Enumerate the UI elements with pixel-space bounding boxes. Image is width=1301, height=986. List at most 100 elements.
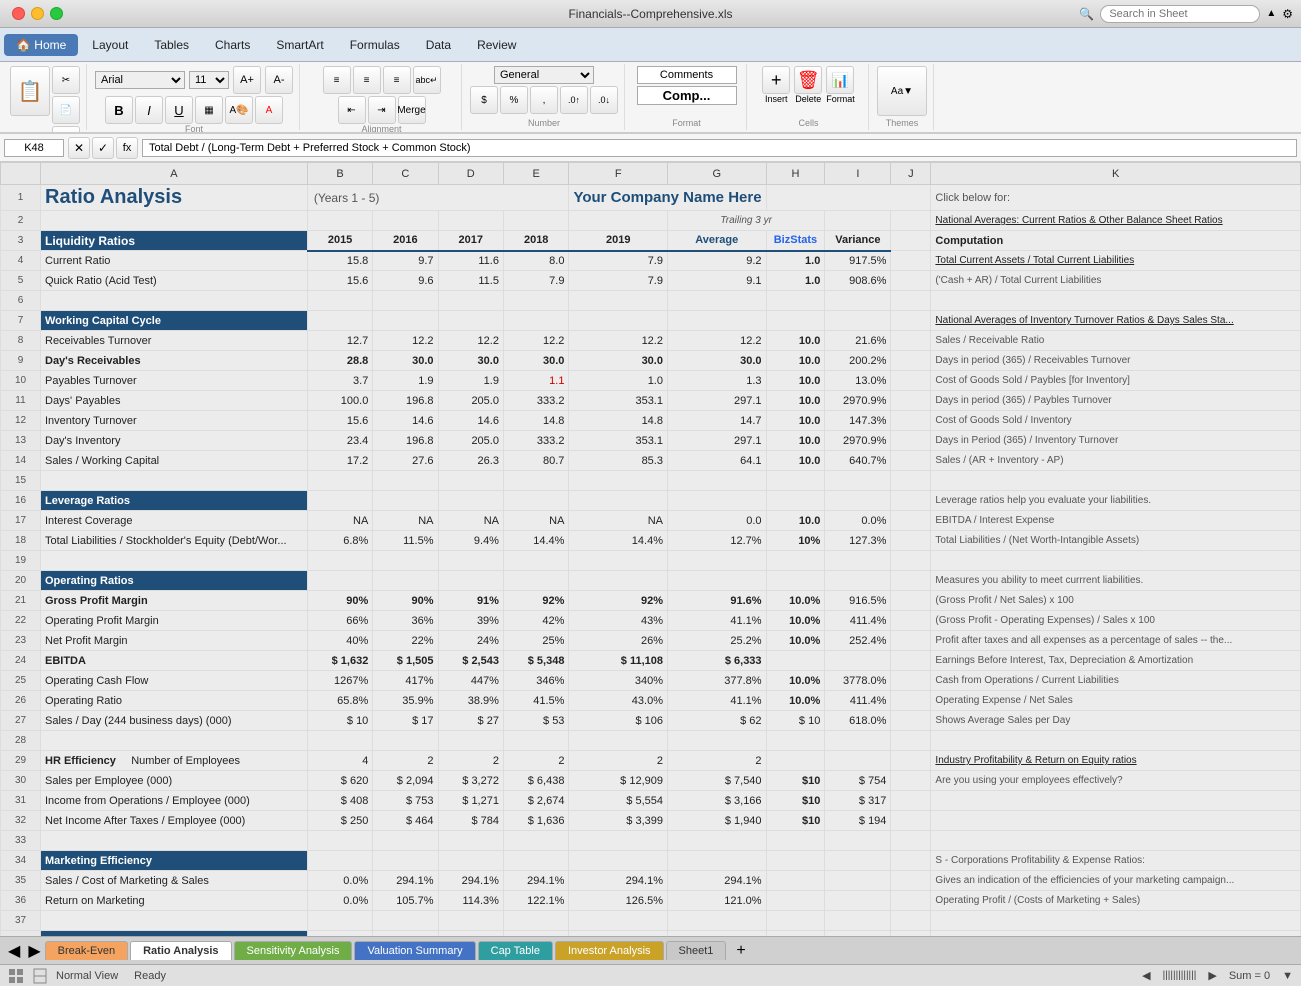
ribbon-group-alignment: ≡ ≡ ≡ abc↵ ⇤ ⇥ Merge Alignment: [302, 64, 462, 130]
gear-icon: ⚙: [1282, 7, 1293, 21]
table-row: 30 Sales per Employee (000) $ 620 $ 2,09…: [1, 771, 1301, 791]
font-family-select[interactable]: Arial: [95, 71, 185, 89]
chevron-up-icon: ▲: [1266, 8, 1276, 19]
formula-confirm-button[interactable]: ✓: [92, 137, 114, 159]
sum-dropdown[interactable]: ▼: [1282, 970, 1293, 982]
merge-button[interactable]: Merge: [398, 96, 426, 124]
tab-valuation-summary[interactable]: Valuation Summary: [354, 941, 475, 960]
border-button[interactable]: ▦: [195, 96, 223, 124]
paste-button[interactable]: 📋: [10, 66, 50, 116]
menu-item-data[interactable]: Data: [414, 34, 463, 56]
indent-inc-button[interactable]: ⇥: [368, 96, 396, 124]
spreadsheet-table: A B C D E F G H I J K 1 Ratio Analysis: [0, 162, 1301, 936]
menu-item-formulas[interactable]: Formulas: [338, 34, 412, 56]
ribbon-group-format: Comments Comp... Format: [627, 64, 747, 130]
themes-button[interactable]: Aa▼: [877, 66, 927, 116]
col-header-k[interactable]: K: [931, 163, 1301, 185]
menu-item-home[interactable]: 🏠 Home: [4, 34, 78, 56]
indent-dec-button[interactable]: ⇤: [338, 96, 366, 124]
format-cell-button[interactable]: 📊: [826, 66, 854, 94]
col-header-h[interactable]: H: [766, 163, 825, 185]
menu-bar: 🏠 Home Layout Tables Charts SmartArt For…: [0, 28, 1301, 62]
title-bar: Financials--Comprehensive.xls 🔍 ▲ ⚙: [0, 0, 1301, 28]
table-row: 3 Liquidity Ratios 2015 2016 2017 2018 2…: [1, 231, 1301, 251]
col-header-j[interactable]: J: [891, 163, 931, 185]
cell-reference-input[interactable]: [4, 139, 64, 157]
scroll-left-button[interactable]: ◀: [1142, 969, 1150, 982]
maximize-button[interactable]: [50, 7, 63, 20]
scroll-right-button[interactable]: ▶: [1208, 969, 1216, 982]
underline-button[interactable]: U: [165, 96, 193, 124]
data-area[interactable]: A B C D E F G H I J K 1 Ratio Analysis: [0, 162, 1301, 936]
wrap-text-button[interactable]: abc↵: [413, 66, 441, 94]
formula-insert-button[interactable]: fx: [116, 137, 138, 159]
delete-button[interactable]: 🗑: [794, 66, 822, 94]
table-row: 9 Day's Receivables 28.8 30.0 30.0 30.0 …: [1, 351, 1301, 371]
menu-item-smartart[interactable]: SmartArt: [264, 34, 335, 56]
table-row: 1 Ratio Analysis (Years 1 - 5) Your Comp…: [1, 185, 1301, 211]
col-header-d[interactable]: D: [438, 163, 503, 185]
fill-color-button[interactable]: A🎨: [225, 96, 253, 124]
currency-button[interactable]: $: [470, 86, 498, 114]
formula-cancel-button[interactable]: ✕: [68, 137, 90, 159]
format-painter-button[interactable]: 🖌: [52, 126, 80, 134]
col-header-e[interactable]: E: [503, 163, 568, 185]
view-mode-page[interactable]: [32, 968, 48, 984]
table-row: 18 Total Liabilities / Stockholder's Equ…: [1, 531, 1301, 551]
menu-item-charts[interactable]: Charts: [203, 34, 262, 56]
col-header-c[interactable]: C: [373, 163, 438, 185]
ribbon: 📋 ✂ 📄 🖌 Edit Arial 11 A+ A- B I U ▦ A🎨: [0, 62, 1301, 134]
font-increase-button[interactable]: A+: [233, 66, 261, 94]
view-mode-normal[interactable]: [8, 968, 24, 984]
col-header-b[interactable]: B: [307, 163, 372, 185]
align-center-button[interactable]: ≡: [353, 66, 381, 94]
copy-button[interactable]: 📄: [52, 96, 80, 124]
traffic-lights[interactable]: [12, 7, 63, 20]
align-left-button[interactable]: ≡: [323, 66, 351, 94]
search-input[interactable]: [1100, 5, 1260, 23]
menu-item-layout[interactable]: Layout: [80, 34, 140, 56]
tab-sensitivity-analysis[interactable]: Sensitivity Analysis: [234, 941, 353, 960]
dec-dec-button[interactable]: .0↓: [590, 86, 618, 114]
ribbon-group-number: General $ % , .0↑ .0↓ Number: [464, 64, 625, 130]
number-format-select[interactable]: General: [494, 66, 594, 84]
col-header-f[interactable]: F: [569, 163, 668, 185]
table-row: 23 Net Profit Margin 40% 22% 24% 25% 26%…: [1, 631, 1301, 651]
font-size-select[interactable]: 11: [189, 71, 229, 89]
next-sheet-button[interactable]: ▶: [24, 941, 44, 961]
ribbon-group-clipboard: 📋 ✂ 📄 🖌 Edit: [4, 64, 87, 130]
table-row: 4 Current Ratio 15.8 9.7 11.6 8.0 7.9 9.…: [1, 251, 1301, 271]
font-decrease-button[interactable]: A-: [265, 66, 293, 94]
col-header-a[interactable]: A: [41, 163, 308, 185]
tab-ratio-analysis[interactable]: Ratio Analysis: [130, 941, 231, 960]
table-row: 24 EBITDA $ 1,632 $ 1,505 $ 2,543 $ 5,34…: [1, 651, 1301, 671]
percent-button[interactable]: %: [500, 86, 528, 114]
formula-input[interactable]: [142, 139, 1297, 157]
close-button[interactable]: [12, 7, 25, 20]
align-right-button[interactable]: ≡: [383, 66, 411, 94]
status-normal-view: Normal View: [56, 970, 118, 982]
prev-sheet-button[interactable]: ◀: [4, 941, 24, 961]
table-row: 16 Leverage Ratios Leverage ratios help …: [1, 491, 1301, 511]
minimize-button[interactable]: [31, 7, 44, 20]
tab-sheet1[interactable]: Sheet1: [666, 941, 727, 960]
tab-cap-table[interactable]: Cap Table: [478, 941, 553, 960]
zoom-indicator: |||||||||||||: [1163, 970, 1197, 981]
menu-item-review[interactable]: Review: [465, 34, 528, 56]
col-header-g[interactable]: G: [667, 163, 766, 185]
number-label: Number: [528, 118, 560, 128]
comma-button[interactable]: ,: [530, 86, 558, 114]
italic-button[interactable]: I: [135, 96, 163, 124]
tab-break-even[interactable]: Break-Even: [45, 941, 128, 960]
bold-button[interactable]: B: [105, 96, 133, 124]
cut-button[interactable]: ✂: [52, 66, 80, 94]
font-color-button[interactable]: A: [255, 96, 283, 124]
insert-button[interactable]: +: [762, 66, 790, 94]
table-row: 28: [1, 731, 1301, 751]
menu-item-tables[interactable]: Tables: [142, 34, 201, 56]
add-sheet-button[interactable]: +: [732, 942, 749, 960]
tab-investor-analysis[interactable]: Investor Analysis: [555, 941, 664, 960]
table-row: 38 R&D Efficiency: [1, 931, 1301, 937]
col-header-i[interactable]: I: [825, 163, 891, 185]
dec-inc-button[interactable]: .0↑: [560, 86, 588, 114]
